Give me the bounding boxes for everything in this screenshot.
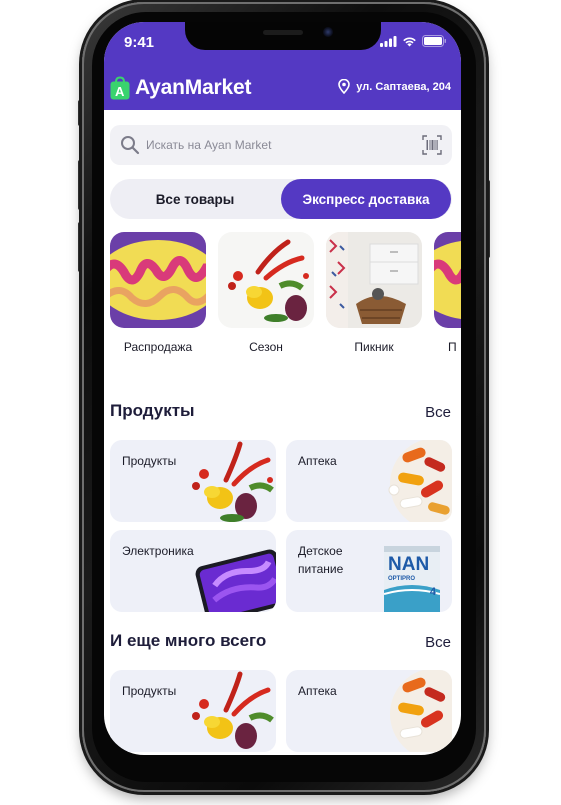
story-sale-image: [110, 232, 206, 328]
delivery-tabs: Все товары Экспресс доставка: [110, 179, 452, 219]
category-card-pharmacy[interactable]: Аптека: [286, 440, 452, 522]
section-more-title: И еще много всего: [110, 631, 267, 650]
story-season-label: Сезон: [249, 340, 283, 354]
category-card-label: Продукты: [122, 454, 177, 468]
category-card-groceries-2[interactable]: Продукты: [110, 670, 276, 752]
category-card-electronics[interactable]: Электроника: [110, 530, 276, 612]
formula-stage: 4: [429, 586, 436, 598]
story-partial-label: П: [448, 340, 457, 354]
delivery-address[interactable]: ул. Саптаева, 204: [338, 79, 451, 94]
pills-image: [390, 670, 452, 752]
story-picnic-label: Пикник: [354, 340, 394, 354]
vegetables-image: [192, 671, 274, 749]
category-card-label: Продукты: [122, 684, 177, 698]
story-season[interactable]: Сезон: [218, 232, 314, 354]
search-icon: [121, 136, 140, 155]
address-text: ул. Саптаева, 204: [356, 80, 451, 93]
story-picnic[interactable]: Пикник: [326, 232, 422, 354]
tablet-image: [195, 549, 276, 612]
story-sale[interactable]: Распродажа: [110, 232, 206, 354]
formula-can-image: NAN OPTIPRO 4: [384, 546, 440, 612]
search-input[interactable]: [146, 125, 416, 165]
app-logo[interactable]: A AyanMarket: [110, 76, 251, 100]
pills-image: [388, 440, 452, 522]
location-pin-icon: [338, 79, 351, 94]
section-more-see-all[interactable]: Все: [425, 634, 451, 651]
category-card-label: Детское питание: [298, 544, 344, 576]
category-card-groceries[interactable]: Продукты: [110, 440, 276, 522]
barcode-scan-icon[interactable]: [422, 135, 442, 155]
category-card-label: Аптека: [298, 454, 337, 468]
vegetables-image: [192, 441, 274, 522]
wifi-icon: [403, 36, 416, 46]
logo-letter: A: [115, 84, 125, 99]
category-card-label: Электроника: [122, 544, 194, 558]
status-time: 9:41: [124, 34, 155, 51]
front-camera: [323, 27, 333, 37]
app-name: AyanMarket: [135, 76, 252, 99]
story-partial[interactable]: П: [434, 232, 461, 354]
signal-icon: [380, 35, 397, 47]
status-icons: [380, 35, 447, 47]
section-products-see-all[interactable]: Все: [425, 404, 451, 421]
category-card-label: Аптека: [298, 684, 337, 698]
story-season-image: [218, 232, 314, 328]
story-picnic-image: [326, 232, 422, 328]
speaker-grille: [263, 30, 303, 35]
category-card-baby-food[interactable]: Детское питание NAN OPTIPRO 4: [286, 530, 452, 612]
category-card-pharmacy-2[interactable]: Аптека: [286, 670, 452, 752]
story-sale-label: Распродажа: [123, 340, 193, 354]
story-partial-image: [434, 232, 461, 328]
tab-express-delivery[interactable]: Экспресс доставка: [281, 179, 451, 219]
notch: [185, 22, 381, 50]
battery-icon: [422, 35, 446, 47]
stories-carousel: Распродажа Сезон Пикник П: [110, 232, 461, 362]
section-products-title: Продукты: [110, 401, 195, 420]
app-screen: 9:41 A AyanMarket ул. Саптаева, 204 Иска…: [104, 22, 461, 755]
formula-subtitle: OPTIPRO: [388, 576, 416, 582]
formula-brand: NAN: [388, 554, 430, 575]
tab-all-products[interactable]: Все товары: [110, 179, 280, 219]
search-bar[interactable]: [110, 125, 452, 165]
